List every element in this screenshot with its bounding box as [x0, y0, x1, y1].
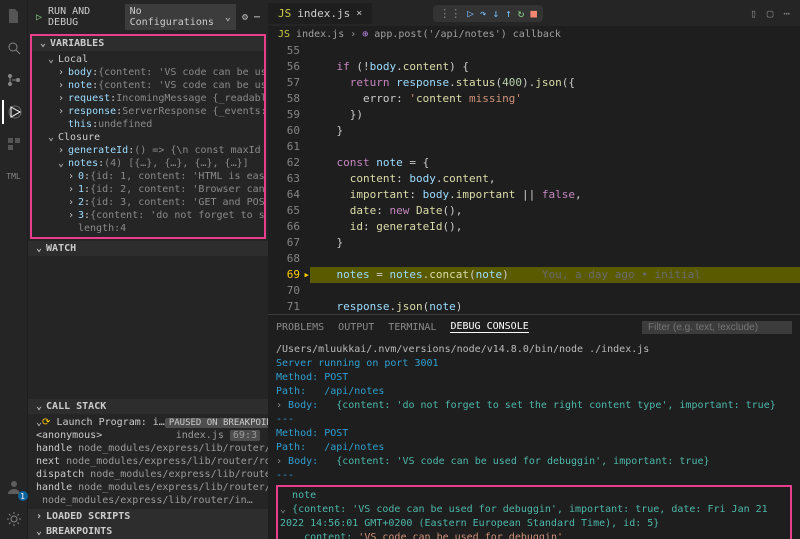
settings-gear-icon[interactable] — [2, 507, 26, 531]
stack-frame[interactable]: dispatchnode_modules/express/lib/route… — [28, 468, 268, 481]
var-row[interactable]: ⌄notes: (4) [{…}, {…}, {…}, {…}] — [32, 157, 264, 170]
debug-config-select[interactable]: No Configurations ⌄ — [125, 4, 236, 30]
watch-section[interactable]: ⌄WATCH — [28, 241, 268, 256]
chevron-down-icon: ⌄ — [225, 12, 231, 23]
chevron-right-icon: › — [350, 29, 356, 40]
method-icon: ⊕ — [362, 29, 368, 40]
console-filter-input[interactable] — [642, 321, 792, 334]
tab-output[interactable]: OUTPUT — [338, 322, 374, 333]
step-out-icon[interactable]: ↑ — [505, 7, 512, 20]
loaded-scripts-section[interactable]: ›LOADED SCRIPTS — [28, 509, 268, 524]
variables-box: ⌄ VARIABLES ⌄Local ›body: {content: 'VS … — [30, 34, 266, 239]
drag-handle-icon[interactable]: ⋮⋮ — [439, 7, 461, 20]
tab-debug-console[interactable]: DEBUG CONSOLE — [450, 321, 528, 333]
breakpoints-section[interactable]: ⌄BREAKPOINTS — [28, 524, 268, 539]
scm-icon[interactable] — [2, 68, 26, 92]
extensions-icon[interactable] — [2, 132, 26, 156]
run-debug-title: RUN AND DEBUG — [48, 6, 119, 28]
var-row[interactable]: ›note: {content: 'VS code can be used fo… — [32, 79, 264, 92]
chevron-right-icon: › — [36, 511, 42, 522]
tab-terminal[interactable]: TERMINAL — [388, 322, 436, 333]
var-row[interactable]: ›body: {content: 'VS code can be used fo… — [32, 66, 264, 79]
var-row[interactable]: this: undefined — [32, 118, 264, 131]
stop-icon[interactable]: ■ — [530, 7, 537, 20]
breadcrumb[interactable]: JS index.js › ⊕ app.post('/api/notes') c… — [268, 26, 800, 43]
scope-local[interactable]: ⌄Local — [32, 53, 264, 66]
search-icon[interactable] — [2, 36, 26, 60]
var-row: length: 4 — [32, 222, 264, 235]
tml-icon[interactable]: TML — [2, 164, 26, 188]
var-row[interactable]: ›request: IncomingMessage {_readableStat… — [32, 92, 264, 105]
variables-section[interactable]: ⌄ VARIABLES — [32, 36, 264, 51]
stack-frame[interactable]: nextnode_modules/express/lib/router/ro… — [28, 455, 268, 468]
chevron-down-icon: ⌄ — [36, 401, 42, 412]
var-row[interactable]: ›2: {id: 3, content: 'GET and POST are t… — [32, 196, 264, 209]
more-icon[interactable]: ⋯ — [254, 12, 260, 23]
var-row[interactable]: ›1: {id: 2, content: 'Browser can execut… — [32, 183, 264, 196]
js-icon: JS — [278, 29, 290, 40]
stack-frame[interactable]: <anonymous>index.js 69:3 — [28, 429, 268, 442]
split-editor-icon[interactable]: ▯ — [750, 7, 757, 20]
stack-frame[interactable]: handlenode_modules/express/lib/router/l… — [28, 481, 268, 494]
stack-frame[interactable]: handlenode_modules/express/lib/router/l… — [28, 442, 268, 455]
gear-icon[interactable]: ⚙ — [242, 12, 248, 23]
var-row[interactable]: ›generateId: () => {\n const maxId = not… — [32, 144, 264, 157]
close-icon[interactable]: × — [356, 8, 362, 19]
debug-console-body[interactable]: /Users/mluukkai/.nvm/versions/node/v14.8… — [268, 339, 800, 539]
stack-frame[interactable]: node_modules/express/lib/router/in… — [28, 494, 268, 507]
restart-icon[interactable]: ↻ — [518, 7, 525, 20]
editor-tab[interactable]: JS index.js × — [268, 3, 373, 24]
var-row[interactable]: ›3: {content: 'do not forget to set the … — [32, 209, 264, 222]
callstack-program[interactable]: ⌄ ⟳ Launch Program: i… PAUSED ON BREAKPO… — [28, 416, 268, 429]
tab-problems[interactable]: PROBLEMS — [276, 322, 324, 333]
tab-label: index.js — [297, 7, 350, 20]
debug-icon[interactable] — [2, 100, 26, 124]
step-into-icon[interactable]: ↓ — [493, 7, 500, 20]
callstack-section[interactable]: ⌄CALL STACK — [28, 399, 268, 414]
chevron-down-icon: ⌄ — [36, 526, 42, 537]
files-icon[interactable] — [2, 4, 26, 28]
chevron-down-icon: ⌄ — [36, 243, 42, 254]
scope-closure[interactable]: ⌄Closure — [32, 131, 264, 144]
continue-icon[interactable]: ▷ — [467, 7, 474, 20]
step-over-icon[interactable]: ↷ — [480, 7, 487, 20]
code-editor[interactable]: 555657585960616263646566676869707172 if … — [268, 43, 800, 314]
debug-start-icon[interactable]: ▷ — [36, 12, 42, 23]
debug-toolbar: ⋮⋮ ▷ ↷ ↓ ↑ ↻ ■ — [433, 5, 543, 22]
sync-icon: ⟳ — [42, 417, 50, 428]
toggle-panel-icon[interactable]: ▢ — [767, 7, 774, 20]
console-note-box: note ⌄ {content: 'VS code can be used fo… — [276, 485, 792, 539]
js-icon: JS — [278, 7, 291, 20]
var-row[interactable]: ›response: ServerResponse {_events: {…},… — [32, 105, 264, 118]
pause-state-badge: PAUSED ON BREAKPOINT — [165, 418, 268, 428]
var-row[interactable]: ›0: {id: 1, content: 'HTML is easy', dat… — [32, 170, 264, 183]
chevron-down-icon: ⌄ — [40, 38, 46, 49]
account-icon[interactable] — [2, 475, 26, 499]
more-icon[interactable]: ⋯ — [783, 7, 790, 20]
